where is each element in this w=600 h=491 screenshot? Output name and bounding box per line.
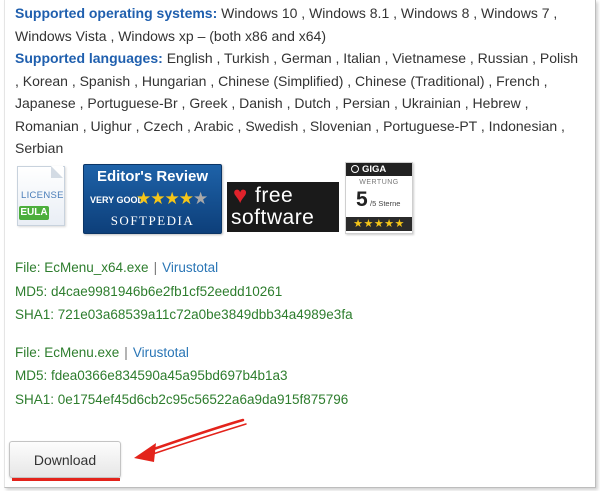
- virustotal-link[interactable]: Virustotal: [133, 345, 189, 360]
- giga-logo: GIGA: [362, 164, 387, 175]
- heart-icon: ♥: [233, 182, 248, 209]
- giga-rating-badge[interactable]: GIGA WERTUNG 5 /5 Sterne ★★★★★: [345, 162, 413, 234]
- giga-score: 5: [356, 188, 368, 211]
- virustotal-link[interactable]: Virustotal: [162, 260, 218, 275]
- red-arrow-annotation: [134, 418, 247, 462]
- md5-hash: MD5: fdea0366e834590a45a95bd697b4b1a3: [15, 368, 288, 383]
- free-word: free: [255, 184, 294, 207]
- eula-tag: EULA: [19, 206, 49, 220]
- giga-scale: /5 Sterne: [370, 199, 401, 208]
- file-name: File: EcMenu_x64.exe: [15, 260, 149, 275]
- languages-label: Supported languages:: [15, 50, 163, 66]
- download-button[interactable]: Download: [9, 441, 121, 478]
- giga-logo-icon: [351, 165, 359, 173]
- license-eula-badge: LICENSE EULA: [17, 166, 73, 228]
- softpedia-brand: SOFTPEDIA: [110, 213, 195, 228]
- file-block-x64: File: EcMenu_x64.exe | Virustotal MD5: d4c…: [15, 256, 353, 327]
- content-panel: Supported operating systems: Windows 10 …: [4, 0, 596, 488]
- softpedia-stars-icon: ★★★★★: [136, 189, 208, 208]
- i-love-free-software-badge[interactable]: ♥ free software: [227, 182, 339, 232]
- software-word: software: [231, 206, 315, 229]
- giga-wertung: WERTUNG: [359, 179, 399, 186]
- requirements-info: Supported operating systems: Windows 10 …: [15, 2, 585, 160]
- file-block-x86: File: EcMenu.exe | Virustotal MD5: fdea036…: [15, 341, 353, 412]
- file-hashes: File: EcMenu_x64.exe | Virustotal MD5: d4c…: [15, 256, 353, 411]
- license-text: LICENSE: [21, 190, 64, 201]
- sha1-hash: SHA1: 721e03a68539a11c72a0be3849dbb34a49…: [15, 307, 353, 322]
- softpedia-editors-review-badge[interactable]: Editor's Review VERY GOOD ★★★★★ SOFTPEDI…: [83, 164, 222, 234]
- md5-hash: MD5: d4cae9981946b6e2fb1cf52eedd10261: [15, 283, 283, 299]
- file-name: File: EcMenu.exe: [15, 344, 120, 360]
- red-underline-annotation: [12, 478, 120, 481]
- softpedia-title: Editor's Review: [96, 168, 209, 185]
- giga-stars-icon: ★★★★★: [346, 217, 412, 231]
- sha1-hash: SHA1: 0e1754ef45d6cb2c95c56522a6a9da915f…: [15, 391, 349, 407]
- os-label: Supported operating systems:: [15, 5, 218, 21]
